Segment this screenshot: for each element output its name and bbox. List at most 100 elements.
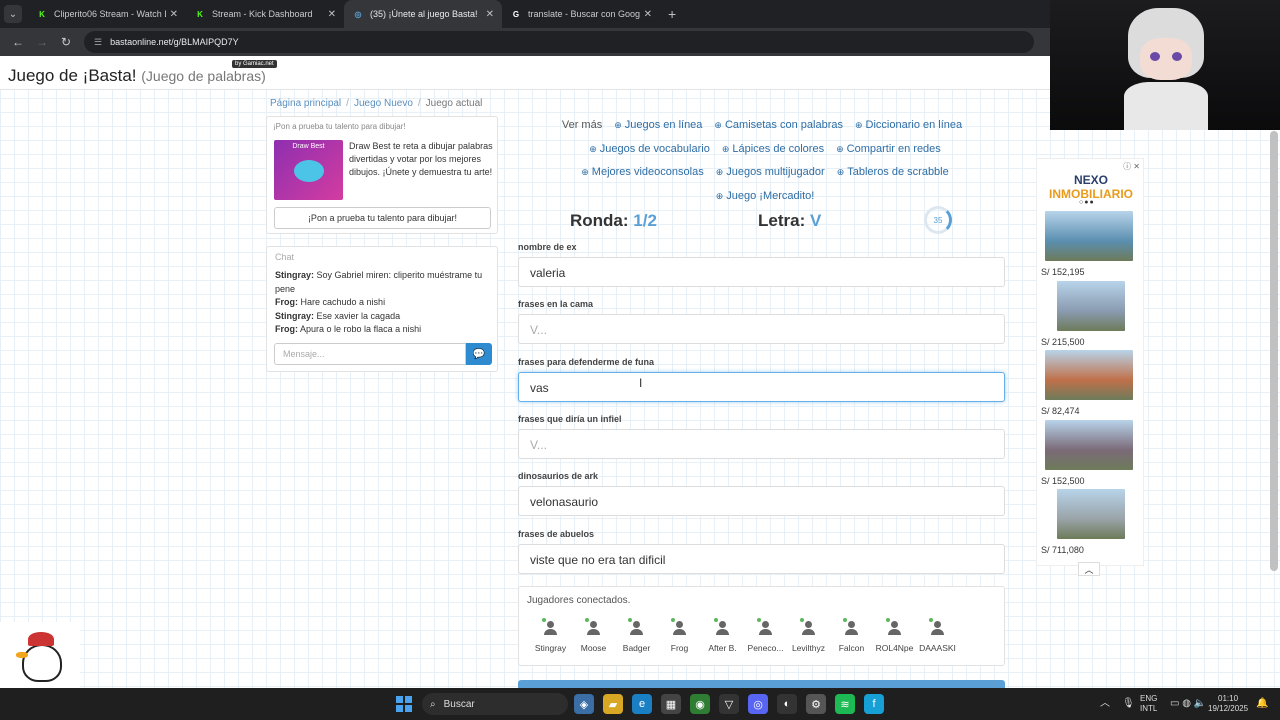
tab-title: translate - Buscar con Google bbox=[528, 9, 640, 19]
category-label: nombre de ex bbox=[518, 242, 577, 252]
property-image[interactable] bbox=[1045, 211, 1133, 261]
tab-close-icon[interactable]: ✕ bbox=[328, 9, 336, 20]
obs-icon[interactable]: ◐ bbox=[777, 694, 797, 714]
copilot-icon[interactable]: ◈ bbox=[574, 694, 594, 714]
property-image[interactable] bbox=[1045, 419, 1133, 470]
player-item: After B. bbox=[701, 618, 744, 653]
tab-close-icon[interactable]: ✕ bbox=[486, 9, 494, 20]
player-avatar-icon bbox=[842, 618, 860, 637]
submit-basta-button[interactable] bbox=[518, 680, 1005, 688]
online-status-dot bbox=[799, 618, 804, 622]
chat-text: Apura o le robo la flaca a nishi bbox=[300, 324, 422, 334]
tab-favicon-icon: G bbox=[512, 9, 520, 19]
tab-search-icon[interactable]: ⌄ bbox=[4, 5, 22, 23]
draw-promo-button[interactable]: ¡Pon a prueba tu talento para dibujar! bbox=[274, 207, 491, 229]
category-input[interactable]: V... bbox=[518, 428, 1005, 459]
browser-tab[interactable]: K Cliperito06 Stream - Watch Live ✕ bbox=[28, 0, 186, 28]
more-link[interactable]: ⊕ Mejores videoconsolas bbox=[581, 166, 703, 178]
avatar-body bbox=[1124, 82, 1208, 130]
property-image[interactable] bbox=[1057, 489, 1125, 539]
app-f-icon[interactable]: f bbox=[864, 694, 884, 714]
reload-icon[interactable]: ↻ bbox=[54, 35, 78, 49]
more-link[interactable]: ⊕ Lápices de colores bbox=[722, 143, 824, 155]
forward-icon[interactable]: → bbox=[30, 35, 54, 49]
taskbar-search[interactable]: ⌕ Buscar bbox=[422, 693, 568, 715]
more-link[interactable]: ⊕ Juegos multijugador bbox=[716, 166, 825, 178]
more-link[interactable]: ⊕ Compartir en redes bbox=[836, 143, 941, 155]
back-icon[interactable]: ← bbox=[6, 35, 30, 49]
player-item: Peneco... bbox=[744, 618, 787, 653]
real-estate-ad[interactable]: ⓘ ✕ NEXO INMOBILIARIO ○●● S/ 152,195 S/ 2… bbox=[1036, 158, 1144, 566]
breadcrumb-home[interactable]: Página principal bbox=[270, 98, 341, 109]
plus-circle-icon: ⊕ bbox=[714, 120, 722, 130]
browser-tab[interactable]: K Stream - Kick Dashboard ✕ bbox=[186, 0, 344, 28]
ad-carousel-dots[interactable]: ○●● bbox=[1079, 199, 1095, 206]
online-status-dot bbox=[713, 618, 718, 622]
browser-tab[interactable]: ◎ (35) ¡Únete al juego Basta! ✕ bbox=[344, 0, 502, 28]
players-heading: Jugadores conectados. bbox=[527, 595, 631, 606]
page-scrollbar[interactable] bbox=[1270, 131, 1278, 571]
windows-start-icon[interactable] bbox=[396, 696, 412, 712]
category-input[interactable]: vas bbox=[518, 371, 1005, 402]
ad-collapse-chevron-up-icon[interactable]: ︿ bbox=[1078, 562, 1100, 576]
browser-tab[interactable]: Gtranslate - Buscar con Google ✕ bbox=[502, 0, 660, 28]
chat-send-button[interactable]: 💬 bbox=[466, 343, 492, 365]
tray-chevron-up-icon[interactable]: ︿ bbox=[1100, 699, 1110, 709]
breadcrumb: Página principal / Juego Nuevo / Juego actua… bbox=[270, 98, 483, 109]
spotify-icon[interactable]: ≋ bbox=[835, 694, 855, 714]
language-indicator[interactable]: ENG INTL bbox=[1140, 694, 1157, 714]
microphone-icon[interactable]: 🎙 bbox=[1122, 699, 1135, 709]
url-bar[interactable]: ☰ bastaonline.net/g/BLMAIPQD7Y bbox=[84, 31, 1034, 53]
tab-favicon-icon: K bbox=[39, 9, 45, 19]
more-link[interactable]: ⊕ Tableros de scrabble bbox=[837, 166, 949, 178]
tab-close-icon[interactable]: ✕ bbox=[644, 9, 652, 20]
category-input[interactable]: velonasaurio bbox=[518, 486, 1005, 517]
gamiac-badge[interactable]: by Gamiac.net bbox=[232, 60, 277, 68]
draw-best-image[interactable]: Draw Best bbox=[274, 140, 343, 200]
online-status-dot bbox=[885, 618, 890, 622]
chat-message-input[interactable]: Mensaje... bbox=[274, 343, 466, 365]
category-input[interactable]: V... bbox=[518, 314, 1005, 345]
more-link[interactable]: ⊕ Camisetas con palabras bbox=[714, 119, 843, 131]
file-explorer-icon[interactable]: ▰ bbox=[603, 694, 623, 714]
ad-logo: NEXO INMOBILIARIO bbox=[1049, 173, 1133, 201]
chat-bubble-icon: 💬 bbox=[472, 348, 486, 360]
player-item: Stingray bbox=[529, 618, 572, 653]
chrome-icon[interactable]: ◉ bbox=[690, 694, 710, 714]
settings-gear-icon[interactable]: ⚙ bbox=[806, 694, 826, 714]
site-title[interactable]: Juego de ¡Basta! (Juego de palabras) bbox=[8, 66, 266, 86]
player-name: ROL4Npe bbox=[875, 643, 914, 653]
category-input[interactable]: valeria bbox=[518, 257, 1005, 287]
network-volume-icons[interactable]: ▭ ◍ 🔈 bbox=[1170, 699, 1206, 709]
discord-icon[interactable]: ◎ bbox=[748, 694, 768, 714]
category-input[interactable]: viste que no era tan dificil bbox=[518, 543, 1005, 574]
chat-username: Stingray: bbox=[275, 310, 315, 321]
ad-close-icon[interactable]: ⓘ ✕ bbox=[1123, 161, 1140, 172]
player-item: Falcon bbox=[830, 618, 873, 653]
more-link[interactable]: ⊕ Juego ¡Mercadito! bbox=[716, 190, 815, 202]
property-price: S/ 215,500 bbox=[1041, 336, 1085, 347]
property-price: S/ 152,195 bbox=[1041, 267, 1085, 277]
new-tab-icon[interactable]: + bbox=[668, 6, 676, 22]
chat-username: Frog: bbox=[275, 297, 298, 307]
more-link[interactable]: ⊕ Juegos de vocabulario bbox=[589, 143, 710, 155]
tab-close-icon[interactable]: ✕ bbox=[170, 9, 178, 20]
property-image[interactable] bbox=[1045, 350, 1133, 400]
property-image[interactable] bbox=[1057, 280, 1125, 331]
app-icon[interactable]: ▽ bbox=[719, 694, 739, 714]
more-link[interactable]: ⊕ Diccionario en línea bbox=[855, 119, 962, 131]
notification-bell-icon[interactable]: 🔔 bbox=[1256, 699, 1268, 709]
webcam-overlay bbox=[1050, 0, 1280, 130]
store-icon[interactable]: ▦ bbox=[661, 694, 681, 714]
clock[interactable]: 01:10 19/12/2025 bbox=[1208, 694, 1248, 714]
property-price: S/ 711,080 bbox=[1041, 545, 1084, 555]
draw-best-image-label: Draw Best bbox=[292, 143, 325, 150]
site-info-icon[interactable]: ☰ bbox=[94, 37, 102, 48]
letter-value: V bbox=[809, 211, 822, 230]
more-link[interactable]: ⊕ Juegos en línea bbox=[614, 119, 702, 131]
edge-icon[interactable]: e bbox=[632, 694, 652, 714]
player-name: Falcon bbox=[838, 643, 865, 653]
player-item: Frog bbox=[658, 618, 701, 653]
player-name: After B. bbox=[708, 643, 737, 653]
breadcrumb-new-game[interactable]: Juego Nuevo bbox=[354, 98, 413, 109]
